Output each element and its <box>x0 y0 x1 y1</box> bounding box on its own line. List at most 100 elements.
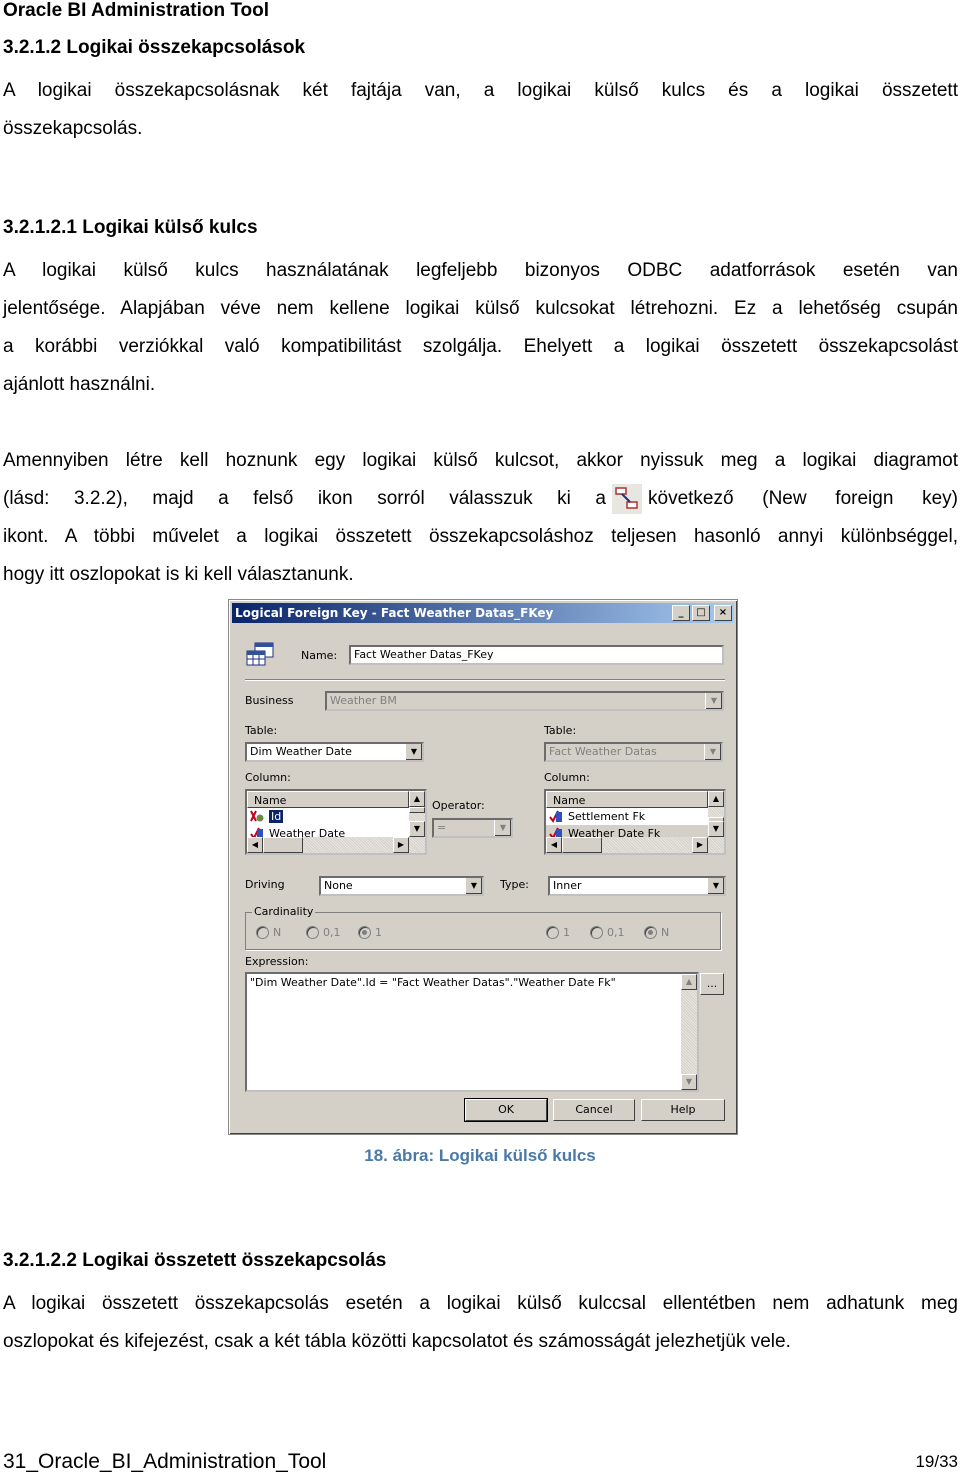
vertical-scrollbar[interactable]: ▲ ▼ <box>409 791 425 837</box>
name-label: Name: <box>301 649 338 662</box>
type-select[interactable]: Inner ▼ <box>548 876 726 896</box>
radio-checked-icon <box>358 926 371 939</box>
ok-button[interactable]: OK <box>464 1098 548 1122</box>
new-foreign-key-icon <box>612 484 642 514</box>
table-icon <box>245 642 275 668</box>
cardinality-left-1-radio[interactable]: 1 <box>358 926 382 939</box>
column-icon <box>549 809 563 823</box>
left-column-label: Column: <box>245 771 291 784</box>
cardinality-group: Cardinality N 0,1 1 1 0,1 N <box>245 905 721 950</box>
left-table-select[interactable]: Dim Weather Date ▼ <box>245 742 424 762</box>
cardinality-right-1-radio[interactable]: 1 <box>546 926 570 939</box>
help-button[interactable]: Help <box>641 1099 725 1121</box>
expression-text: "Dim Weather Date".Id = "Fact Weather Da… <box>250 976 616 989</box>
list-item[interactable]: Id <box>247 808 284 825</box>
driving-value: None <box>324 879 353 892</box>
paragraph-line: összekapcsolás. <box>3 118 143 139</box>
radio-label: 1 <box>375 926 382 939</box>
right-column-list[interactable]: Name Settlement Fk Weather Date Fk ▲ ▼ ◀… <box>544 789 726 855</box>
chevron-down-icon: ▼ <box>494 820 511 836</box>
horizontal-scrollbar[interactable]: ◀ ▶ <box>546 837 724 853</box>
cardinality-label: Cardinality <box>252 905 316 918</box>
driving-label: Driving <box>245 878 285 891</box>
list-item[interactable]: Settlement Fk <box>546 808 645 825</box>
horizontal-scrollbar[interactable]: ◀ ▶ <box>247 837 425 853</box>
chevron-down-icon: ▼ <box>465 878 482 894</box>
section-heading: 3.2.1.2.1 Logikai külső kulcs <box>3 217 258 238</box>
left-table-value: Dim Weather Date <box>250 745 352 758</box>
paragraph-line: hogy itt oszlopokat is ki kell választan… <box>3 564 354 585</box>
operator-value: = <box>437 821 447 834</box>
paragraph-line: A logikai összekapcsolásnak két fajtája … <box>3 80 958 101</box>
scroll-down-icon[interactable]: ▼ <box>409 821 425 837</box>
cardinality-left-n-radio[interactable]: N <box>256 926 281 939</box>
scroll-left-icon[interactable]: ◀ <box>546 837 562 853</box>
scroll-right-icon[interactable]: ▶ <box>393 837 409 853</box>
key-column-icon <box>250 809 264 823</box>
close-button[interactable]: × <box>714 605 732 621</box>
type-label: Type: <box>500 878 529 891</box>
right-table-select[interactable]: Fact Weather Datas ▼ <box>544 742 723 762</box>
section-heading: 3.2.1.2 Logikai összekapcsolások <box>3 37 306 58</box>
chevron-down-icon: ▼ <box>704 744 721 760</box>
list-header[interactable]: Name <box>546 791 708 808</box>
paragraph-line: ajánlott használni. <box>3 374 156 395</box>
left-column-list[interactable]: Name Id Weather Date ▲ ▼ ◀ ▶ <box>245 789 427 855</box>
dialog-titlebar: Logical Foreign Key - Fact Weather Datas… <box>232 603 734 623</box>
minimize-button[interactable]: _ <box>672 605 690 621</box>
radio-icon <box>306 926 319 939</box>
footer-document-name: 31_Oracle_BI_Administration_Tool <box>3 1450 327 1473</box>
list-header[interactable]: Name <box>247 791 409 808</box>
radio-checked-icon <box>644 926 657 939</box>
scroll-up-icon[interactable]: ▲ <box>409 791 425 807</box>
chevron-down-icon: ▼ <box>405 744 422 760</box>
paragraph-line: ikont. A többi művelet a logikai összete… <box>3 526 958 547</box>
section-heading: 3.2.1.2.2 Logikai összetett összekapcsol… <box>3 1250 387 1271</box>
separator <box>245 679 725 681</box>
radio-label: 0,1 <box>323 926 341 939</box>
scroll-down-icon[interactable]: ▼ <box>681 1074 697 1090</box>
type-value: Inner <box>553 879 582 892</box>
maximize-button[interactable]: □ <box>692 605 710 621</box>
cardinality-right-01-radio[interactable]: 0,1 <box>590 926 625 939</box>
driving-select[interactable]: None ▼ <box>319 876 484 896</box>
scroll-thumb[interactable] <box>409 807 425 813</box>
paragraph-line: A logikai összetett összekapcsolás eseté… <box>3 1293 958 1314</box>
cardinality-right-n-radio[interactable]: N <box>644 926 669 939</box>
expression-textarea[interactable]: "Dim Weather Date".Id = "Fact Weather Da… <box>245 972 699 1092</box>
vertical-scrollbar[interactable]: ▲ ▼ <box>681 974 697 1090</box>
business-select[interactable]: Weather BM ▼ <box>325 691 724 711</box>
scroll-thumb[interactable] <box>562 837 602 853</box>
chevron-down-icon: ▼ <box>707 878 724 894</box>
radio-icon <box>546 926 559 939</box>
paragraph-text: következő (New foreign key) <box>648 488 958 509</box>
name-input[interactable]: Fact Weather Datas_FKey <box>349 645 724 665</box>
document-header: Oracle BI Administration Tool <box>3 0 270 21</box>
scroll-up-icon[interactable]: ▲ <box>708 791 724 807</box>
scroll-left-icon[interactable]: ◀ <box>247 837 263 853</box>
cardinality-left-01-radio[interactable]: 0,1 <box>306 926 341 939</box>
right-table-value: Fact Weather Datas <box>549 745 657 758</box>
radio-icon <box>256 926 269 939</box>
left-table-label: Table: <box>245 724 278 737</box>
scroll-thumb[interactable] <box>263 837 303 853</box>
radio-label: 1 <box>563 926 570 939</box>
operator-label: Operator: <box>432 799 485 812</box>
paragraph-line: oszlopokat és kifejezést, csak a két táb… <box>3 1331 791 1352</box>
cancel-button[interactable]: Cancel <box>553 1099 635 1121</box>
scroll-right-icon[interactable]: ▶ <box>692 837 708 853</box>
radio-label: N <box>273 926 282 939</box>
radio-label: 0,1 <box>607 926 625 939</box>
operator-select[interactable]: = ▼ <box>432 818 513 838</box>
paragraph-text: (lásd: 3.2.2), majd a felső ikon sorról … <box>3 488 606 509</box>
radio-icon <box>590 926 603 939</box>
expression-builder-button[interactable]: ... <box>700 973 724 995</box>
paragraph-line: a korábbi verziókkal való kompatibilitás… <box>3 336 958 357</box>
scroll-up-icon[interactable]: ▲ <box>681 974 697 990</box>
scroll-down-icon[interactable]: ▼ <box>708 821 724 837</box>
vertical-scrollbar[interactable]: ▲ ▼ <box>708 791 724 837</box>
paragraph-line: jelentősége. Alapjában véve nem kellene … <box>3 298 958 319</box>
dialog-title: Logical Foreign Key - Fact Weather Datas… <box>235 606 554 620</box>
paragraph-line: Amennyiben létre kell hoznunk egy logika… <box>3 450 958 471</box>
right-column-label: Column: <box>544 771 590 784</box>
